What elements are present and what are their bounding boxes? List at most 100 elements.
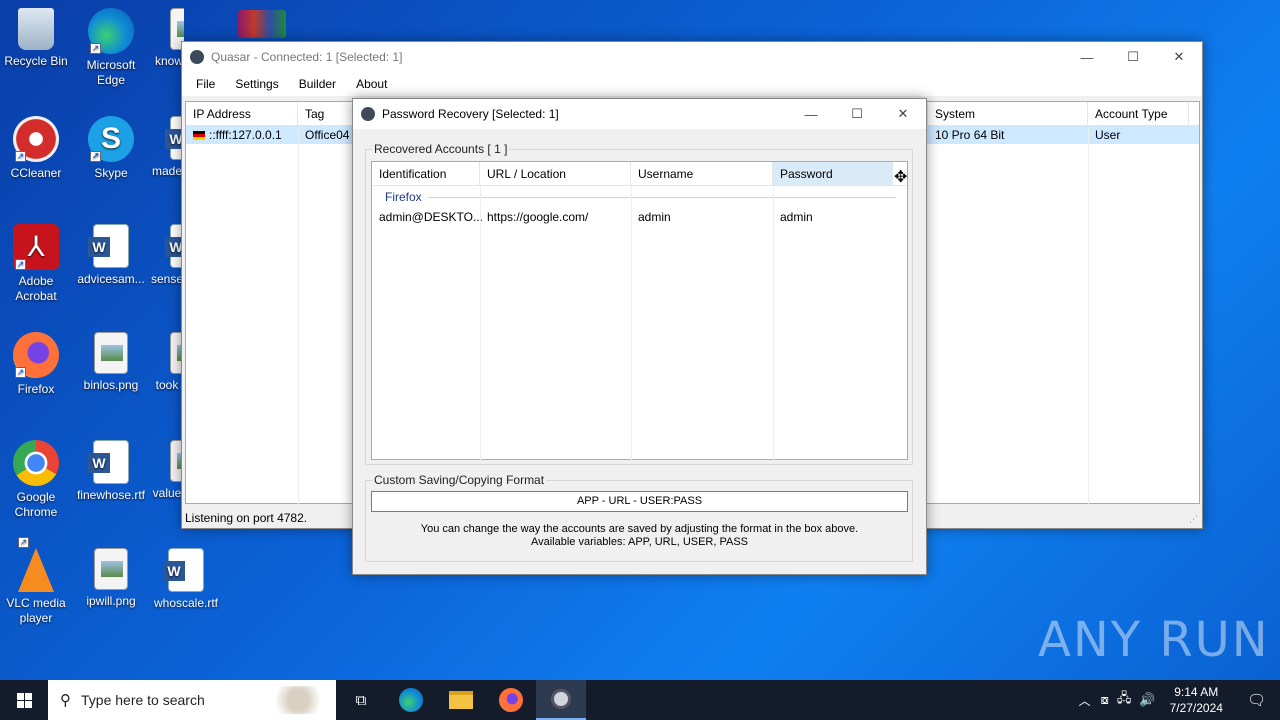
clock-date: 7/27/2024 — [1169, 701, 1223, 715]
network-adapter-icon[interactable]: ⧇ — [1097, 692, 1113, 708]
account-identification: admin@DESKTO... — [379, 210, 483, 224]
col-username[interactable]: Username — [631, 162, 773, 185]
dialog-minimize-button[interactable]: — — [788, 99, 834, 129]
word-file-icon: W — [88, 224, 129, 268]
desktop-icon-made[interactable]: W made — [150, 116, 184, 179]
image-file-icon — [94, 548, 128, 590]
client-system: 10 Pro 64 Bit — [935, 128, 1005, 142]
dialog-title: Password Recovery [Selected: 1] — [382, 107, 559, 121]
main-window-title: Quasar - Connected: 1 [Selected: 1] — [211, 50, 403, 64]
volume-icon[interactable]: 🔊 — [1135, 692, 1159, 708]
account-username: admin — [638, 210, 671, 224]
col-url-location[interactable]: URL / Location — [480, 162, 631, 185]
desktop-icon-skype[interactable]: S ↗ Skype — [75, 116, 147, 181]
system-tray: ︿ ⧇ 🖧 🔊 9:14 AM 7/27/2024 🗨 — [1073, 680, 1280, 720]
desktop-icon-acrobat[interactable]: ⅄ ↗ Adobe Acrobat — [0, 224, 72, 304]
menu-about[interactable]: About — [346, 77, 397, 91]
desktop-icon-vlc[interactable]: ↗ VLC media player — [0, 537, 72, 626]
desktop-icon-sense[interactable]: W sense — [150, 224, 184, 287]
acrobat-icon: ⅄ ↗ — [13, 224, 59, 270]
resize-grip-icon[interactable]: ⋰ — [1189, 514, 1198, 525]
desktop-icon-value[interactable]: value — [150, 440, 184, 501]
quasar-app-icon — [190, 50, 204, 64]
col-divider — [773, 186, 774, 460]
edge-icon: ↗ — [88, 8, 134, 54]
dialog-maximize-button[interactable]: ☐ — [834, 99, 880, 129]
col-password[interactable]: Password — [773, 162, 893, 185]
desktop-icon-chrome[interactable]: Google Chrome — [0, 440, 72, 520]
col-system[interactable]: System — [928, 102, 1088, 125]
germany-flag-icon — [193, 130, 205, 140]
word-file-icon: W — [88, 440, 129, 484]
taskbar-search-box[interactable]: ⚲ Type here to search — [48, 680, 336, 720]
account-password: admin — [780, 210, 813, 224]
col-divider — [631, 186, 632, 460]
status-bar-text: Listening on port 4782. — [185, 511, 308, 525]
col-divider — [298, 126, 299, 504]
ccleaner-icon: ↗ — [13, 116, 59, 162]
taskbar: ⚲ Type here to search ⧉ ︿ ⧇ 🖧 🔊 9:14 AM … — [0, 680, 1280, 720]
anyrun-watermark: ANY RUN — [1038, 612, 1270, 668]
task-view-icon[interactable]: ⧉ — [336, 680, 386, 720]
menu-file[interactable]: File — [186, 77, 225, 91]
windows-logo-icon — [16, 692, 32, 708]
account-url: https://google.com/ — [487, 210, 589, 224]
taskbar-firefox-icon[interactable] — [486, 680, 536, 720]
search-highlight-icon — [268, 686, 328, 714]
custom-format-label: Custom Saving/Copying Format — [372, 473, 547, 487]
word-file-icon: W — [163, 548, 204, 592]
image-file-icon — [94, 332, 128, 374]
dialog-close-button[interactable]: ✕ — [880, 99, 926, 129]
desktop-icon-advicesam[interactable]: W advicesam... — [75, 224, 147, 287]
desktop-icon-took[interactable]: took — [150, 332, 184, 393]
accounts-list[interactable]: Identification URL / Location Username P… — [371, 161, 908, 460]
main-menubar: File Settings Builder About — [182, 72, 1202, 96]
desktop-icon-whoscale[interactable]: W whoscale.rtf — [150, 548, 222, 611]
group-header-firefox[interactable]: Firefox — [378, 190, 896, 204]
desktop-icon-firefox[interactable]: ↗ Firefox — [0, 332, 72, 397]
show-hidden-icons-icon[interactable]: ︿ — [1073, 692, 1097, 709]
desktop-icon-ipwill[interactable]: ipwill.png — [75, 548, 147, 609]
format-help-line2: Available variables: APP, URL, USER, PAS… — [530, 536, 749, 548]
chrome-icon — [13, 440, 59, 486]
desktop-icon-finewhose[interactable]: W finewhose.rtf — [75, 440, 147, 503]
search-placeholder: Type here to search — [81, 692, 205, 708]
main-titlebar[interactable]: Quasar - Connected: 1 [Selected: 1] — ☐ … — [182, 42, 1202, 72]
search-icon: ⚲ — [60, 692, 71, 709]
firefox-icon: ↗ — [13, 332, 59, 378]
skype-icon: S ↗ — [88, 116, 134, 162]
menu-settings[interactable]: Settings — [225, 77, 288, 91]
winrar-icon[interactable] — [238, 10, 286, 38]
network-icon[interactable]: 🖧 — [1113, 689, 1136, 711]
dialog-titlebar[interactable]: Password Recovery [Selected: 1] — ☐ ✕ — [353, 99, 926, 129]
accounts-list-header: Identification URL / Location Username P… — [372, 162, 907, 186]
minimize-button[interactable]: — — [1064, 42, 1110, 72]
client-account-type: User — [1095, 128, 1121, 142]
recovered-accounts-label: Recovered Accounts [ 1 ] — [372, 142, 510, 156]
menu-builder[interactable]: Builder — [289, 77, 346, 91]
clock[interactable]: 9:14 AM 7/27/2024 — [1160, 684, 1233, 716]
quasar-app-icon — [361, 107, 375, 121]
col-identification[interactable]: Identification — [372, 162, 480, 185]
taskbar-quasar-icon[interactable] — [536, 680, 586, 720]
group-header-line — [428, 197, 896, 198]
desktop-icon-edge[interactable]: ↗ Microsoft Edge — [75, 8, 147, 88]
desktop-icon-recycle-bin[interactable]: Recycle Bin — [0, 8, 72, 69]
col-ip-address[interactable]: IP Address — [186, 102, 298, 125]
desktop-icon-binlos[interactable]: binlos.png — [75, 332, 147, 393]
taskbar-edge-icon[interactable] — [386, 680, 436, 720]
col-account-type[interactable]: Account Type — [1088, 102, 1189, 125]
vlc-icon: ↗ — [18, 537, 54, 592]
account-row[interactable]: admin@DESKTO... https://google.com/ admi… — [372, 210, 893, 224]
desktop-icon-know[interactable]: know — [150, 8, 184, 69]
client-ip: ::ffff:127.0.0.1 — [209, 128, 282, 142]
col-divider — [480, 186, 481, 460]
start-button[interactable] — [0, 680, 48, 720]
notifications-icon[interactable]: 🗨 — [1233, 691, 1280, 709]
close-button[interactable]: ✕ — [1156, 42, 1202, 72]
format-input[interactable]: APP - URL - USER:PASS — [371, 491, 908, 512]
desktop-icon-ccleaner[interactable]: ↗ CCleaner — [0, 116, 72, 181]
format-help-line1: You can change the way the accounts are … — [420, 523, 859, 535]
taskbar-explorer-icon[interactable] — [436, 680, 486, 720]
maximize-button[interactable]: ☐ — [1110, 42, 1156, 72]
